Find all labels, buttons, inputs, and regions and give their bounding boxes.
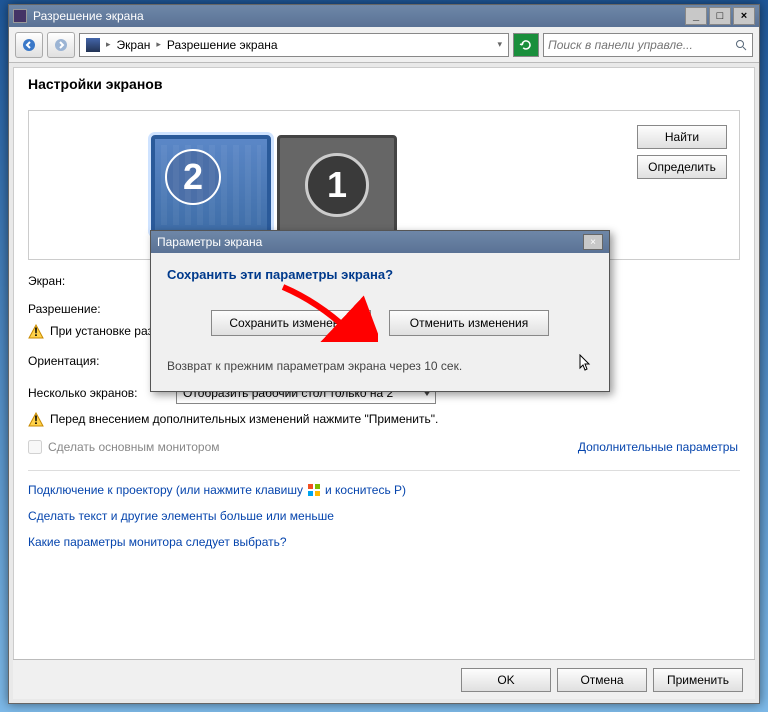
refresh-button[interactable] <box>513 33 539 57</box>
monitor-icon <box>86 38 100 52</box>
orientation-label: Ориентация: <box>28 354 168 368</box>
ok-button[interactable]: OK <box>461 668 551 692</box>
cursor-icon <box>579 354 593 377</box>
screen-label: Экран: <box>28 274 168 288</box>
dialog-question: Сохранить эти параметры экрана? <box>167 267 593 282</box>
close-button[interactable]: × <box>733 7 755 25</box>
forward-button[interactable] <box>47 32 75 58</box>
toolbar: ▸ Экран ▸ Разрешение экрана ▾ <box>9 27 759 63</box>
titlebar: Разрешение экрана _ □ × <box>9 5 759 27</box>
dialog-titlebar: Параметры экрана × <box>151 231 609 253</box>
find-button[interactable]: Найти <box>637 125 727 149</box>
monitor-2[interactable]: 2 <box>151 135 271 235</box>
warning-icon: ! <box>28 324 44 340</box>
dropdown-icon[interactable]: ▾ <box>497 39 502 50</box>
chevron-icon: ▸ <box>106 39 111 50</box>
app-icon <box>13 9 27 23</box>
apply-button[interactable]: Применить <box>653 668 743 692</box>
countdown-text: Возврат к прежним параметрам экрана чере… <box>167 359 462 373</box>
search-icon <box>734 38 748 52</box>
search-input[interactable] <box>548 38 734 52</box>
make-main-checkbox: Сделать основным монитором Дополнительны… <box>28 440 740 454</box>
breadcrumb-item[interactable]: Экран <box>117 38 151 52</box>
projector-link[interactable]: Подключение к проектору (или нажмите кла… <box>28 483 740 497</box>
window-title: Разрешение экрана <box>33 9 144 23</box>
monitor-help-link[interactable]: Какие параметры монитора следует выбрать… <box>28 535 740 549</box>
cancel-button[interactable]: Отмена <box>557 668 647 692</box>
monitor-1[interactable]: 1 <box>277 135 397 235</box>
apply-warning: ! Перед внесением дополнительных изменен… <box>28 412 740 428</box>
svg-text:!: ! <box>34 325 38 339</box>
checkbox-input <box>28 440 42 454</box>
back-button[interactable] <box>15 32 43 58</box>
revert-changes-button[interactable]: Отменить изменения <box>389 310 549 336</box>
confirm-dialog: Параметры экрана × Сохранить эти парамет… <box>150 230 610 392</box>
bottom-bar: OK Отмена Применить <box>13 659 755 699</box>
svg-text:!: ! <box>34 413 38 427</box>
resolution-label: Разрешение: <box>28 302 168 316</box>
chevron-icon: ▸ <box>156 39 161 50</box>
breadcrumb-item[interactable]: Разрешение экрана <box>167 38 278 52</box>
search-box[interactable] <box>543 33 753 57</box>
windows-logo-icon <box>307 483 321 497</box>
text-size-link[interactable]: Сделать текст и другие элементы больше и… <box>28 509 740 523</box>
dialog-close-button[interactable]: × <box>583 234 603 250</box>
minimize-button[interactable]: _ <box>685 7 707 25</box>
breadcrumb[interactable]: ▸ Экран ▸ Разрешение экрана ▾ <box>79 33 509 57</box>
detect-button[interactable]: Определить <box>637 155 727 179</box>
advanced-settings-link[interactable]: Дополнительные параметры <box>578 440 738 454</box>
page-title: Настройки экранов <box>28 76 740 92</box>
maximize-button[interactable]: □ <box>709 7 731 25</box>
save-changes-button[interactable]: Сохранить изменения <box>211 310 371 336</box>
dialog-title: Параметры экрана <box>157 235 262 249</box>
multiple-label: Несколько экранов: <box>28 386 168 400</box>
warning-icon: ! <box>28 412 44 428</box>
